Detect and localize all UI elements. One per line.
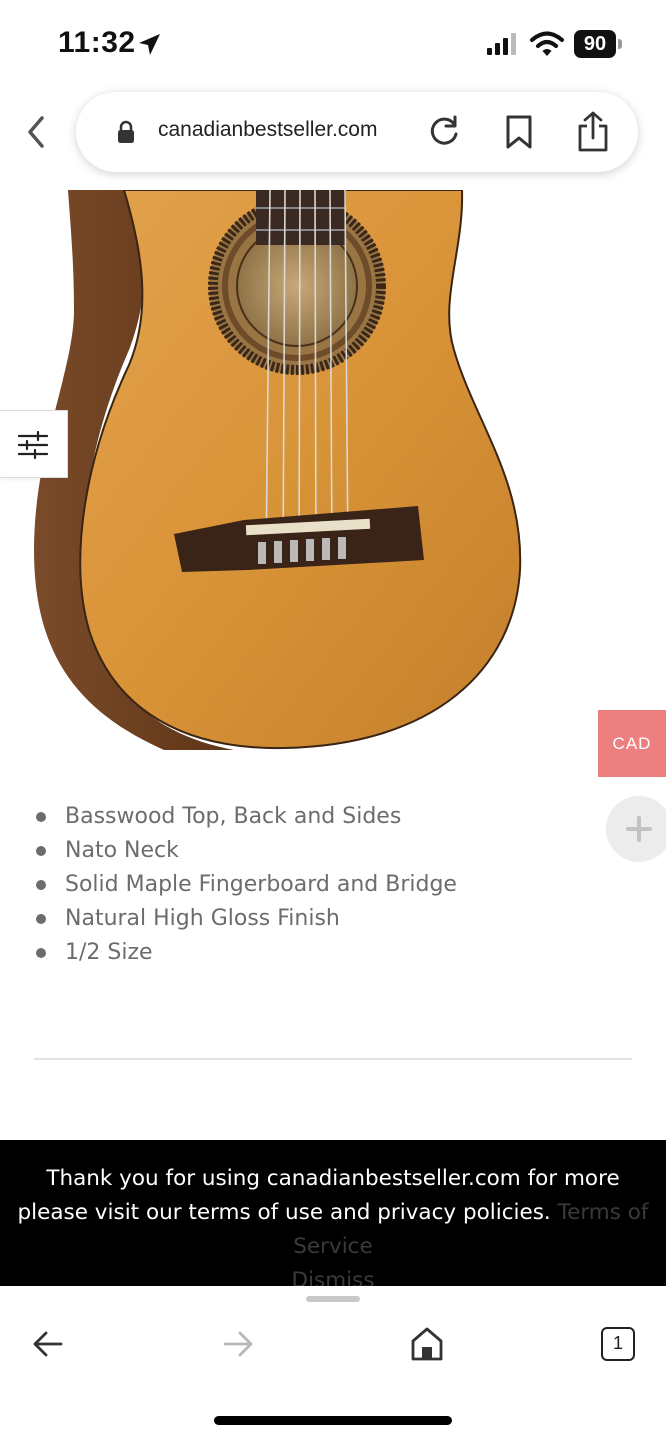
url-text[interactable]: canadianbestseller.com — [158, 118, 377, 142]
battery-level: 90 — [574, 30, 616, 58]
guitar-image — [34, 190, 522, 750]
filter-sliders-icon — [18, 431, 48, 459]
toolbar-grabber[interactable] — [306, 1296, 360, 1302]
home-icon[interactable] — [410, 1326, 444, 1362]
list-item: Solid Maple Fingerboard and Bridge — [36, 868, 457, 902]
filter-tab[interactable] — [0, 410, 68, 478]
plus-icon — [626, 816, 652, 842]
list-item: Nato Neck — [36, 834, 457, 868]
wifi-icon — [530, 31, 564, 56]
feature-list: Basswood Top, Back and Sides Nato Neck S… — [36, 800, 457, 970]
lock-icon — [118, 120, 134, 143]
location-arrow-icon — [139, 34, 160, 55]
back-chevron-icon[interactable] — [20, 112, 54, 152]
browser-toolbar: 1 — [0, 1286, 666, 1440]
status-time: 11:32 — [58, 26, 136, 59]
battery-icon: 90 — [574, 30, 622, 58]
section-divider — [34, 1058, 632, 1060]
cookie-banner: Thank you for using canadianbestseller.c… — [0, 1140, 666, 1293]
status-bar: 11:32 90 — [0, 0, 666, 88]
product-image[interactable] — [34, 190, 634, 760]
reload-icon[interactable] — [426, 114, 462, 150]
expand-button[interactable] — [606, 796, 666, 862]
currency-tab[interactable]: CAD — [598, 710, 666, 777]
list-item: Natural High Gloss Finish — [36, 902, 457, 936]
forward-arrow-icon[interactable] — [222, 1328, 254, 1360]
bookmark-icon[interactable] — [504, 114, 534, 150]
address-bar[interactable]: canadianbestseller.com — [76, 92, 638, 172]
list-item: 1/2 Size — [36, 936, 457, 970]
share-icon[interactable] — [576, 110, 610, 152]
signal-icon — [487, 33, 516, 55]
home-indicator — [214, 1416, 452, 1425]
cookie-message: Thank you for using canadianbestseller.c… — [17, 1166, 620, 1225]
tabs-button[interactable]: 1 — [601, 1327, 635, 1361]
list-item: Basswood Top, Back and Sides — [36, 800, 457, 834]
battery-nub — [618, 39, 622, 49]
back-arrow-icon[interactable] — [32, 1328, 64, 1360]
